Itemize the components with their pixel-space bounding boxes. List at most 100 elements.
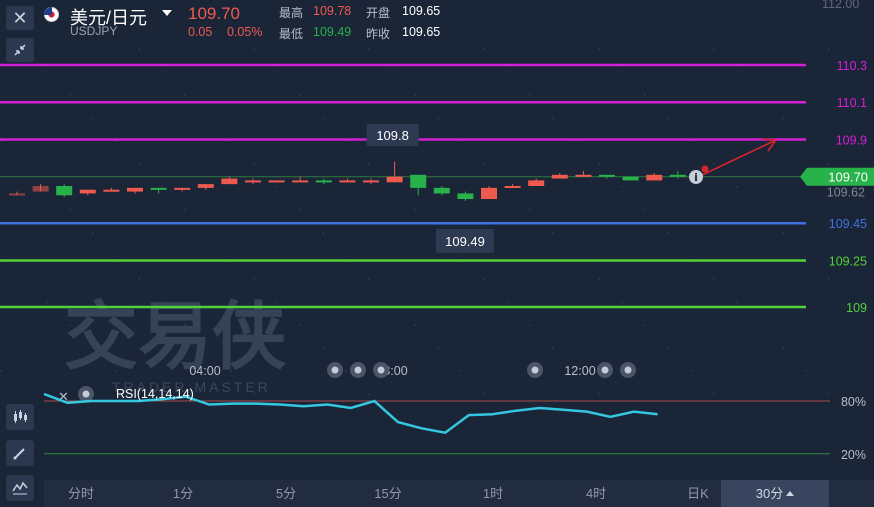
draw-tool-button[interactable]	[6, 440, 34, 466]
map-dot	[414, 94, 416, 96]
map-dot	[345, 370, 347, 372]
pen-icon	[13, 448, 25, 460]
map-dot	[184, 209, 186, 211]
event-dot-core	[377, 366, 385, 374]
event-dot-core	[531, 366, 539, 374]
candle-body	[174, 187, 191, 190]
map-dot	[0, 255, 2, 257]
map-dot	[667, 232, 669, 234]
map-dot	[391, 186, 393, 188]
candle-body	[103, 189, 120, 192]
map-dot	[621, 186, 623, 188]
chevron-down-icon[interactable]	[162, 10, 172, 16]
map-dot	[713, 48, 715, 50]
map-dot	[552, 232, 554, 234]
candle-body	[386, 176, 403, 183]
map-dot	[759, 324, 761, 326]
candle-type-button[interactable]	[6, 404, 34, 430]
prev-close-value: 109.65	[402, 25, 441, 39]
rsi-label: RSI(14,14,14)	[116, 387, 194, 401]
timeframe-tab[interactable]: 30分	[721, 480, 829, 507]
prev-close-label: 昨收	[366, 27, 391, 41]
map-dot	[736, 71, 738, 73]
map-dot	[0, 370, 2, 372]
candle-body	[292, 180, 309, 183]
level-label: 109	[846, 301, 867, 315]
candle-body	[315, 180, 332, 183]
candle-body	[197, 184, 214, 188]
map-dot	[414, 209, 416, 211]
map-dot	[483, 163, 485, 165]
candle-body	[127, 187, 143, 192]
map-dot	[552, 347, 554, 349]
map-dot	[529, 209, 531, 211]
candle-body	[221, 178, 238, 185]
map-dot	[690, 255, 692, 257]
chevron-up-icon	[786, 491, 795, 496]
map-dot	[506, 301, 508, 303]
timeframe-bar: 分时 1分 5分 15分 1时 4时 日K 30分	[44, 480, 874, 507]
map-dot	[598, 278, 600, 280]
map-dot	[253, 278, 255, 280]
collapse-button[interactable]	[6, 38, 34, 62]
level-label: 110.3	[837, 59, 867, 73]
map-dot	[46, 301, 48, 303]
map-dot	[322, 347, 324, 349]
timeframe-tab[interactable]: 15分	[358, 480, 418, 507]
map-dot	[345, 255, 347, 257]
map-dot	[759, 209, 761, 211]
map-dot	[667, 117, 669, 119]
map-dot	[253, 163, 255, 165]
map-dot	[460, 370, 462, 372]
map-dot	[23, 393, 25, 395]
map-dot	[368, 48, 370, 50]
rsi-lower-label: 20%	[841, 448, 866, 462]
info-icon-glyph: i	[694, 171, 698, 184]
timeframe-tab[interactable]: 分时	[51, 480, 111, 507]
price-chart[interactable]: 交易侠TRADER MASTER112.00110.3110.1109.9109…	[0, 0, 874, 507]
map-dot	[437, 117, 439, 119]
candle-body	[575, 174, 592, 177]
map-dot	[92, 117, 94, 119]
map-dot	[276, 186, 278, 188]
map-dot	[805, 370, 807, 372]
event-dot-core	[354, 366, 362, 374]
high-value: 109.78	[313, 4, 352, 18]
map-dot	[207, 232, 209, 234]
timeframe-tab[interactable]: 4时	[566, 480, 626, 507]
map-dot	[138, 48, 140, 50]
timeframe-tab[interactable]: 日K	[668, 480, 728, 507]
timeframe-label: 1时	[482, 486, 504, 501]
timeframe-label: 5分	[275, 486, 297, 501]
timeframe-tab[interactable]: 5分	[256, 480, 316, 507]
map-dot	[667, 347, 669, 349]
map-dot	[299, 209, 301, 211]
map-dot	[759, 94, 761, 96]
timeframe-label: 4时	[585, 486, 607, 501]
map-dot	[598, 393, 600, 395]
candle-body	[363, 180, 379, 183]
map-dot	[230, 255, 232, 257]
close-button[interactable]: ✕	[6, 6, 34, 30]
candle-body	[245, 180, 261, 183]
timeframe-label: 15分	[374, 486, 402, 501]
close-icon: ✕	[12, 8, 28, 28]
map-dot	[736, 301, 738, 303]
map-dot	[368, 278, 370, 280]
map-dot	[115, 255, 117, 257]
map-dot	[575, 255, 577, 257]
map-dot	[598, 163, 600, 165]
price-change-percent: 0.05%	[227, 25, 263, 39]
map-dot	[92, 232, 94, 234]
map-dot	[782, 117, 784, 119]
map-dot	[207, 117, 209, 119]
map-dot	[184, 94, 186, 96]
indicator-button[interactable]	[6, 475, 34, 501]
candle-body	[433, 187, 450, 194]
timeframe-tab[interactable]: 1时	[463, 480, 523, 507]
map-dot	[391, 301, 393, 303]
reference-price-label: 109.62	[827, 186, 865, 200]
timeframe-tab[interactable]: 1分	[153, 480, 213, 507]
event-dot-core	[624, 366, 632, 374]
candlestick-icon	[14, 410, 27, 423]
